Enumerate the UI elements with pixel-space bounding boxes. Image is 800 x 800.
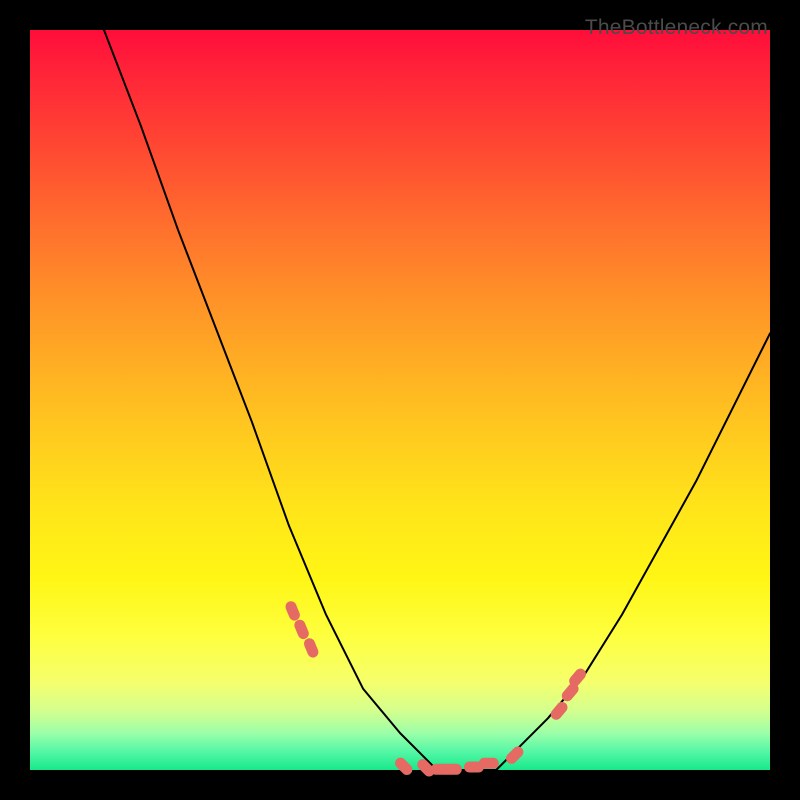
curve-marker (548, 700, 569, 722)
curve-svg (30, 30, 770, 770)
watermark-text: TheBottleneck.com (585, 16, 768, 40)
curve-group (104, 30, 770, 770)
bottleneck-curve (104, 30, 770, 770)
curve-marker (393, 755, 415, 777)
curve-marker (293, 618, 311, 641)
plot-area (30, 30, 770, 770)
marker-group (284, 600, 588, 779)
curve-marker (504, 744, 526, 766)
curve-marker (479, 758, 499, 769)
curve-marker (284, 600, 302, 623)
chart-frame: TheBottleneck.com (14, 14, 786, 786)
curve-marker (442, 764, 462, 775)
curve-marker (302, 637, 320, 660)
